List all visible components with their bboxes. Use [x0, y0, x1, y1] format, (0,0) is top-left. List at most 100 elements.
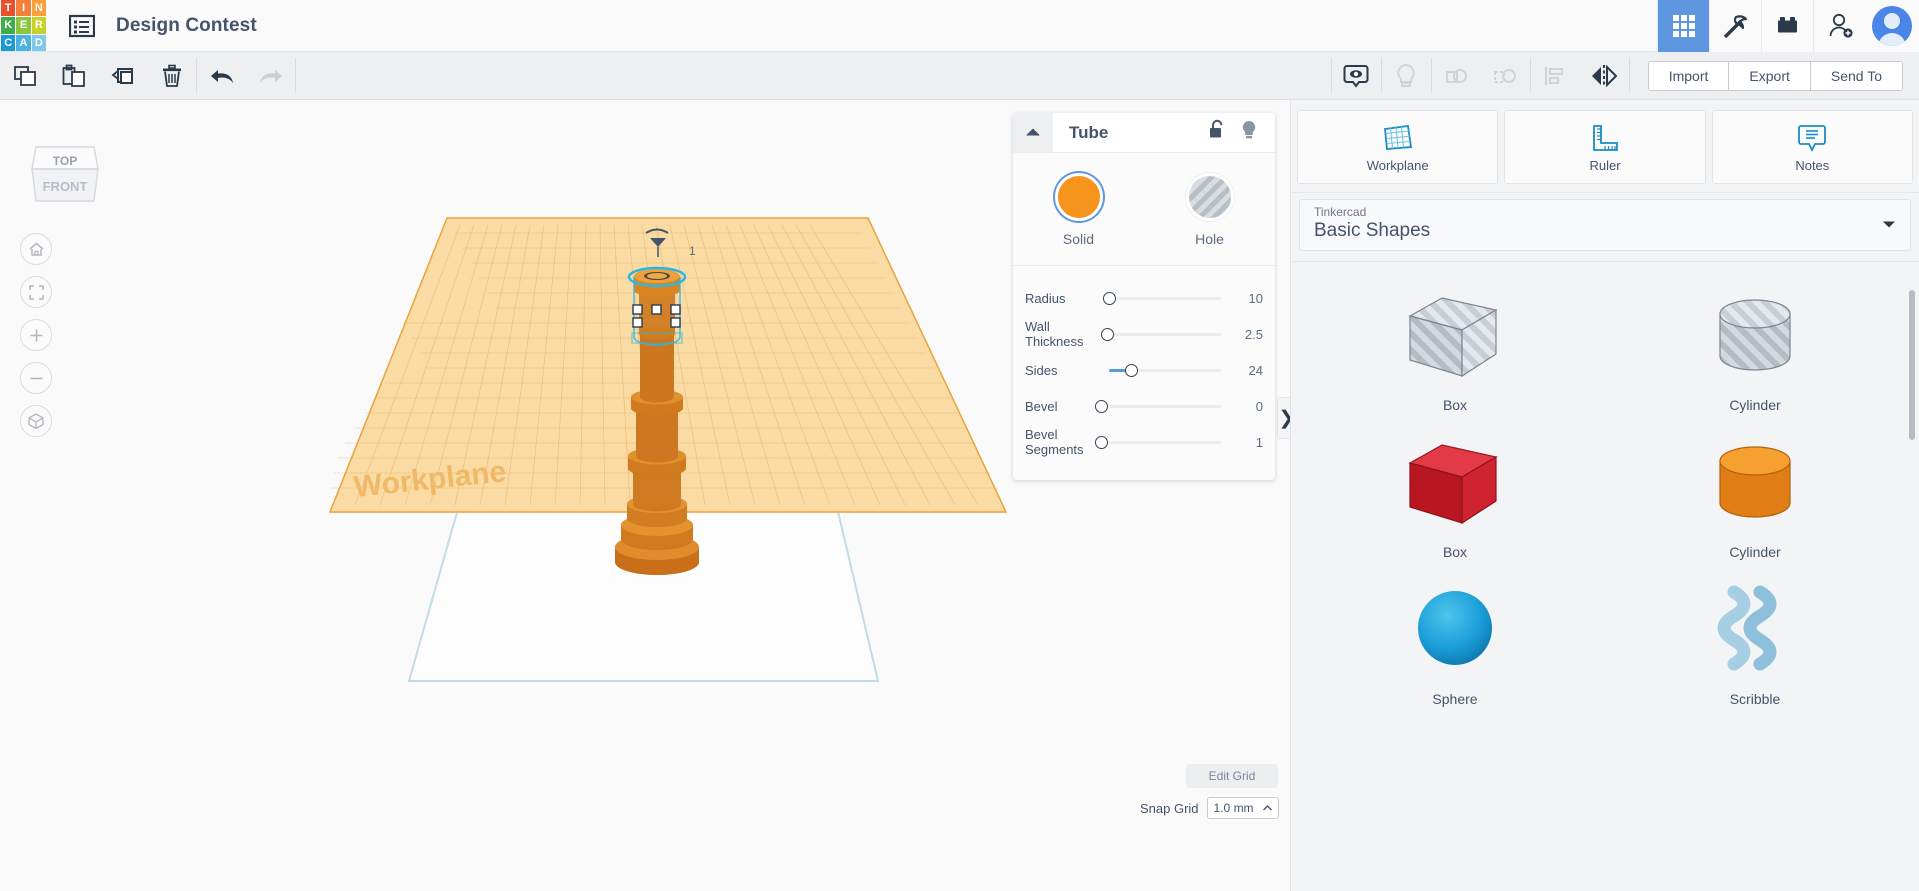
snap-grid-label: Snap Grid [1140, 800, 1199, 816]
shape-mode-selector: Solid Hole [1013, 153, 1275, 259]
chevron-up-icon [1262, 805, 1272, 811]
fit-all-view-button[interactable] [20, 276, 52, 308]
invite-people-button[interactable] [1813, 0, 1865, 52]
ruler-icon [1593, 124, 1618, 151]
shape-name: Tube [1069, 122, 1109, 142]
helper-tools: Workplane Ruler Notes [1291, 100, 1919, 192]
radius-value[interactable]: 10 [1229, 291, 1263, 306]
undo-arrow-icon [210, 69, 233, 83]
tab-3d-designs[interactable] [1657, 0, 1709, 52]
shape-scribble[interactable]: Scribble [1605, 570, 1905, 711]
notes-tool[interactable]: Notes [1711, 110, 1913, 184]
redo-button[interactable] [246, 52, 295, 99]
logo-tile-7: A [16, 34, 31, 51]
paste-icon [62, 64, 85, 87]
scribble-thumbnail [1717, 585, 1777, 671]
bevel-label: Bevel [1025, 398, 1058, 414]
wall-thickness-slider[interactable] [1101, 324, 1229, 344]
user-avatar-button[interactable] [1865, 0, 1919, 52]
align-icon [1545, 66, 1564, 85]
logo-tile-5: R [31, 17, 46, 34]
mode-hole[interactable]: Hole [1144, 173, 1275, 247]
import-button[interactable]: Import [1647, 60, 1730, 91]
view-cube[interactable]: TOP FRONT [20, 125, 110, 215]
shape-sphere-blue[interactable]: Sphere [1305, 570, 1605, 711]
workplane-tool-label: Workplane [1366, 157, 1429, 173]
group-button[interactable] [1432, 52, 1481, 99]
solid-color-swatch [1054, 173, 1103, 221]
logo-tile-3: K [1, 17, 16, 34]
duplicate-icon [111, 67, 133, 84]
add-user-icon [1829, 13, 1853, 38]
mode-solid[interactable]: Solid [1013, 173, 1144, 247]
tab-blocks[interactable] [1761, 0, 1813, 52]
toggle-orthographic-button[interactable] [20, 405, 52, 437]
shape-grid-scrollbar[interactable] [1909, 290, 1915, 440]
paste-button[interactable] [49, 52, 98, 99]
logo-tile-8: D [31, 34, 46, 51]
snap-grid-control: Snap Grid 1.0 mm [1140, 797, 1279, 819]
logo-tile-2: N [31, 0, 46, 17]
bevel-slider[interactable] [1095, 396, 1229, 416]
edit-grid-button[interactable]: Edit Grid [1186, 764, 1278, 788]
home-view-button[interactable] [20, 233, 52, 265]
minus-icon [30, 377, 42, 379]
shape-label: Cylinder [1729, 544, 1781, 560]
duplicate-button[interactable] [98, 52, 147, 99]
ungroup-button[interactable] [1481, 52, 1530, 99]
align-button[interactable] [1531, 52, 1580, 99]
grid-icon [1672, 14, 1695, 37]
shape-cylinder-orange[interactable]: Cylinder [1605, 423, 1905, 564]
shape-label: Sphere [1432, 691, 1478, 707]
eye-bubble-icon [1343, 64, 1369, 88]
shape-cylinder-hole[interactable]: Cylinder [1605, 276, 1905, 417]
ruler-tool-label: Ruler [1589, 157, 1621, 173]
sides-value[interactable]: 24 [1229, 363, 1263, 378]
top-bar-right-tools [1657, 0, 1919, 52]
tinkercad-logo[interactable]: T I N K E R C A D [1, 0, 46, 51]
zoom-out-button[interactable] [20, 362, 52, 394]
lock-shape-button[interactable] [1207, 119, 1227, 146]
sides-slider[interactable] [1101, 360, 1229, 380]
shape-box-hole[interactable]: Box [1305, 276, 1605, 417]
send-to-button[interactable]: Send To [1809, 60, 1903, 91]
mirror-button[interactable] [1580, 52, 1629, 99]
ruler-tool[interactable]: Ruler [1504, 110, 1706, 184]
clipboard-tools [0, 52, 196, 99]
delete-button[interactable] [147, 52, 196, 99]
bevel-value[interactable]: 0 [1229, 399, 1263, 414]
zoom-in-button[interactable] [20, 319, 52, 351]
library-name: Basic Shapes [1314, 220, 1431, 241]
document-title[interactable]: Design Contest [116, 15, 257, 37]
mode-hole-label: Hole [1195, 231, 1224, 247]
tab-minecraft[interactable] [1709, 0, 1761, 52]
view-cube-front-label: FRONT [43, 179, 88, 194]
radius-slider[interactable] [1101, 288, 1229, 308]
bevel-segments-slider[interactable] [1095, 432, 1229, 452]
action-buttons: Import Export Send To [1647, 52, 1903, 99]
slider-row-wall-thickness: Wall Thickness 2.5 [1013, 316, 1275, 352]
hide-shape-button[interactable] [1239, 119, 1259, 146]
wall-thickness-value[interactable]: 2.5 [1229, 327, 1263, 342]
view-cube-top-label: TOP [53, 154, 77, 168]
workplane-tool[interactable]: Workplane [1297, 110, 1499, 184]
export-button[interactable]: Export [1728, 60, 1811, 91]
collapse-panel-button[interactable] [1013, 113, 1053, 153]
snap-grid-select[interactable]: 1.0 mm [1206, 797, 1279, 819]
list-menu-icon[interactable] [64, 8, 100, 44]
shape-properties-panel: Tube Solid Hole Radius 10 Wall Thickness… [1013, 113, 1275, 480]
shape-grid: Box Cylinder Box Cylinder Sphere Scribbl… [1291, 262, 1919, 711]
logo-tile-4: E [16, 17, 31, 34]
show-hide-button[interactable] [1332, 52, 1381, 99]
light-button[interactable] [1382, 52, 1431, 99]
undo-button[interactable] [197, 52, 246, 99]
shape-box-red[interactable]: Box [1305, 423, 1605, 564]
shape-library-select[interactable]: Tinkercad Basic Shapes [1299, 199, 1911, 251]
sphere-blue-thumbnail [1418, 591, 1492, 665]
box-hole-thumbnail [1408, 297, 1498, 378]
slider-row-sides: Sides 24 [1013, 352, 1275, 388]
notes-bubble-icon [1798, 124, 1827, 152]
copy-button[interactable] [0, 52, 49, 99]
bevel-segments-value[interactable]: 1 [1229, 435, 1263, 450]
shape-label: Box [1442, 397, 1468, 413]
